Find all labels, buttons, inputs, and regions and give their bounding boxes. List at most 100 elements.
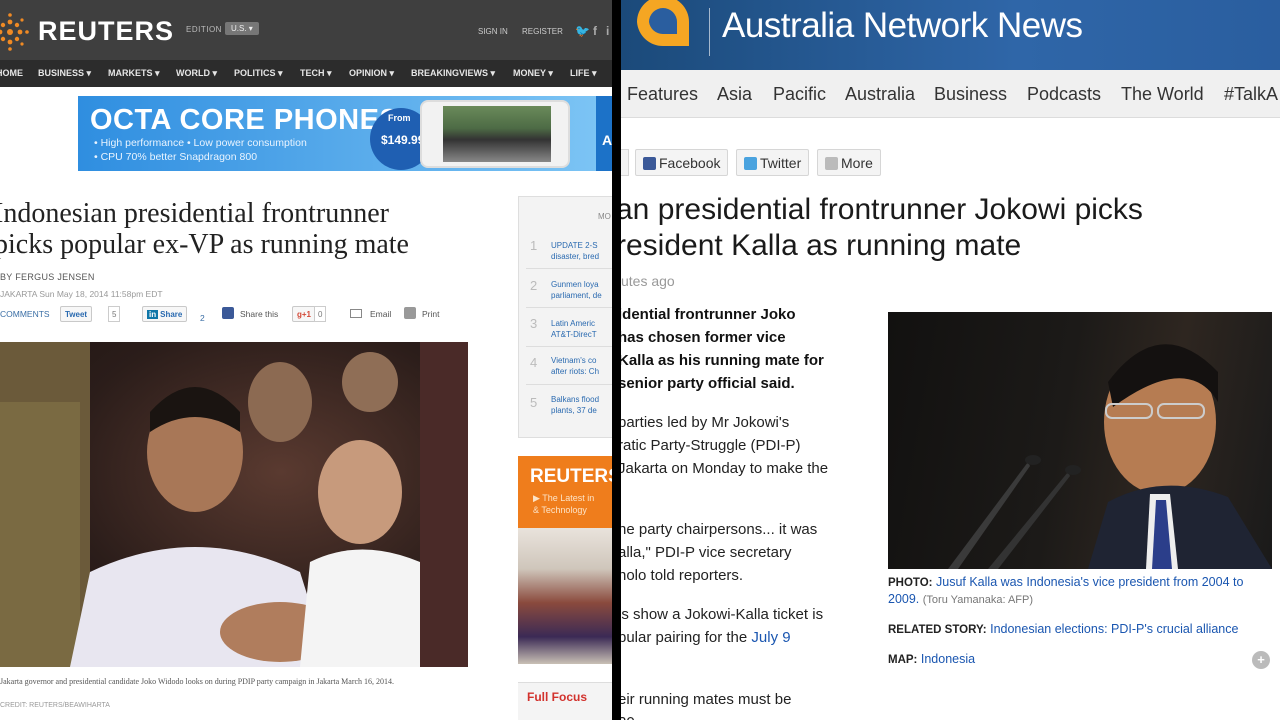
nav-asia[interactable]: Asia [717,84,752,105]
reuters-brand[interactable]: REUTERS [38,16,174,47]
map-link[interactable]: Indonesia [921,652,975,666]
site-title[interactable]: Australia Network News [722,6,1083,46]
sidebar-item[interactable]: Vietnam's co after riots: Ch [551,355,612,377]
nav-talk[interactable]: #TalkA [1224,84,1278,105]
related-story-link[interactable]: Indonesian elections: PDI-P's crucial al… [990,622,1238,636]
abc-logo-icon[interactable] [631,0,695,52]
sidebar-item[interactable]: Latin Americ AT&T-DirecT [551,318,612,340]
expand-plus-icon[interactable]: + [1252,651,1270,669]
sidebar-num: 5 [530,395,538,410]
divider [526,268,612,269]
nav-podcasts[interactable]: Podcasts [1027,84,1101,105]
related-story-block: RELATED STORY: Indonesian elections: PDI… [888,621,1272,638]
nav-politics[interactable]: POLITICS ▾ [234,68,283,79]
photo-caption-block: PHOTO: Jusuf Kalla was Indonesia's vice … [888,574,1272,608]
share-this-link[interactable]: Share this [240,309,278,319]
nav-business[interactable]: Business [934,84,1007,105]
nav-australia[interactable]: Australia [845,84,915,105]
facebook-icon[interactable]: f [593,24,597,38]
sign-in-link[interactable]: SIGN IN [478,27,508,36]
ad-title: OCTA CORE PHONES [90,104,400,136]
facebook-share-button[interactable]: Facebook [635,149,729,176]
sidebar-item[interactable]: UPDATE 2-S disaster, bred [551,240,612,262]
most-popular-label: MO [598,212,611,221]
body-line: 20 [621,714,878,720]
abc-pane: Australia Network News Features Asia Pac… [621,0,1280,720]
related-label: RELATED STORY: [888,624,987,636]
print-icon[interactable] [404,307,416,319]
article-headline: an presidential frontrunner Jokowi picks [621,193,1143,226]
share-button-stub[interactable] [621,149,629,176]
sidebar-line: AT&T-DirecT [551,330,597,339]
promo-text: ▶ The Latest in & Technology [533,492,612,516]
body-line: nolo told reporters. [621,567,744,584]
more-share-button[interactable]: More [817,149,881,176]
nav-opinion[interactable]: OPINION ▾ [349,68,394,79]
sidebar-item[interactable]: Balkans flood plants, 37 de [551,394,612,416]
photo-illustration [0,342,468,667]
reuters-logo-icon[interactable] [0,12,30,52]
print-link[interactable]: Print [422,309,439,319]
dateline: JAKARTA Sun May 18, 2014 11:58pm EDT [0,289,163,299]
july-9-link[interactable]: July 9 [751,629,790,646]
byline[interactable]: BY FERGUS JENSEN [0,272,95,282]
register-link[interactable]: REGISTER [522,27,563,36]
twitter-icon [744,157,757,170]
nav-markets[interactable]: MARKETS ▾ [108,68,160,79]
lead-line: senior party official said. [621,375,795,392]
sidebar-line: UPDATE 2-S [551,241,598,250]
ad-price: $149.99 [381,133,425,147]
nav-breakingviews[interactable]: BREAKINGVIEWS ▾ [411,68,495,79]
promo-image[interactable] [518,528,612,664]
ad-edge-letter: A [602,132,612,148]
photo-credit: (Toru Yamanaka: AFP) [922,594,1034,606]
header-divider [709,8,710,56]
photo-label: PHOTO: [888,577,933,589]
nav-the-world[interactable]: The World [1121,84,1204,105]
facebook-share-icon[interactable] [222,307,234,319]
body-text: pular pairing for the [621,629,752,646]
nav-features[interactable]: Features [627,84,698,105]
comments-link[interactable]: COMMENTS [0,309,50,319]
linkedin-label: Share [160,310,183,319]
lead-line: Kalla as his running mate for [621,352,824,369]
sidebar-line: Gunmen loya [551,280,599,289]
instagram-icon[interactable]: i [606,24,609,38]
email-icon[interactable] [350,309,362,318]
nav-world[interactable]: WORLD ▾ [176,68,217,79]
ad-from-label: From [388,113,411,123]
sidebar-item[interactable]: Gunmen loya parliament, de [551,279,612,301]
tweet-count: 5 [108,306,121,322]
linkedin-share-button[interactable]: in Share [142,306,188,322]
full-focus-label[interactable]: Full Focus [527,690,587,704]
nav-pacific[interactable]: Pacific [773,84,826,105]
ad-edge: A [596,96,612,171]
sidebar-line: plants, 37 de [551,406,597,415]
sidebar-line: after riots: Ch [551,367,600,376]
more-label: More [841,155,873,171]
body-line: pular pairing for the July 9 [621,629,878,646]
reuters-nav-bar: HOME BUSINESS ▾ MARKETS ▾ WORLD ▾ POLITI… [0,60,612,87]
nav-home[interactable]: HOME [0,68,23,78]
body-line: ls show a Jokowi-Kalla ticket is [621,606,824,623]
article-photo-jokowi[interactable] [0,342,468,667]
article-headline: Indonesian presidential frontrunner [0,198,389,229]
edition-select[interactable]: U.S. ▾ [225,22,259,35]
gplus-button[interactable]: g+1 [292,306,317,322]
divider [526,307,612,308]
email-link[interactable]: Email [370,309,391,319]
nav-life[interactable]: LIFE ▾ [570,68,597,79]
twitter-icon[interactable]: 🐦 [575,24,590,38]
kalla-photo[interactable] [888,312,1272,569]
publish-time: utes ago [621,273,675,289]
nav-business[interactable]: BUSINESS ▾ [38,68,91,79]
body-line: alla," PDI-P vice secretary [621,544,792,561]
nav-tech[interactable]: TECH ▾ [300,68,332,79]
nav-money[interactable]: MONEY ▾ [513,68,553,79]
twitter-share-button[interactable]: Twitter [736,149,810,176]
reuters-pane: REUTERS EDITION U.S. ▾ SIGN IN REGISTER … [0,0,612,720]
sidebar-num: 2 [530,278,538,293]
promo-line: & Technology [533,505,587,515]
tweet-button[interactable]: Tweet [60,306,93,322]
photo-illustration [948,344,1272,569]
